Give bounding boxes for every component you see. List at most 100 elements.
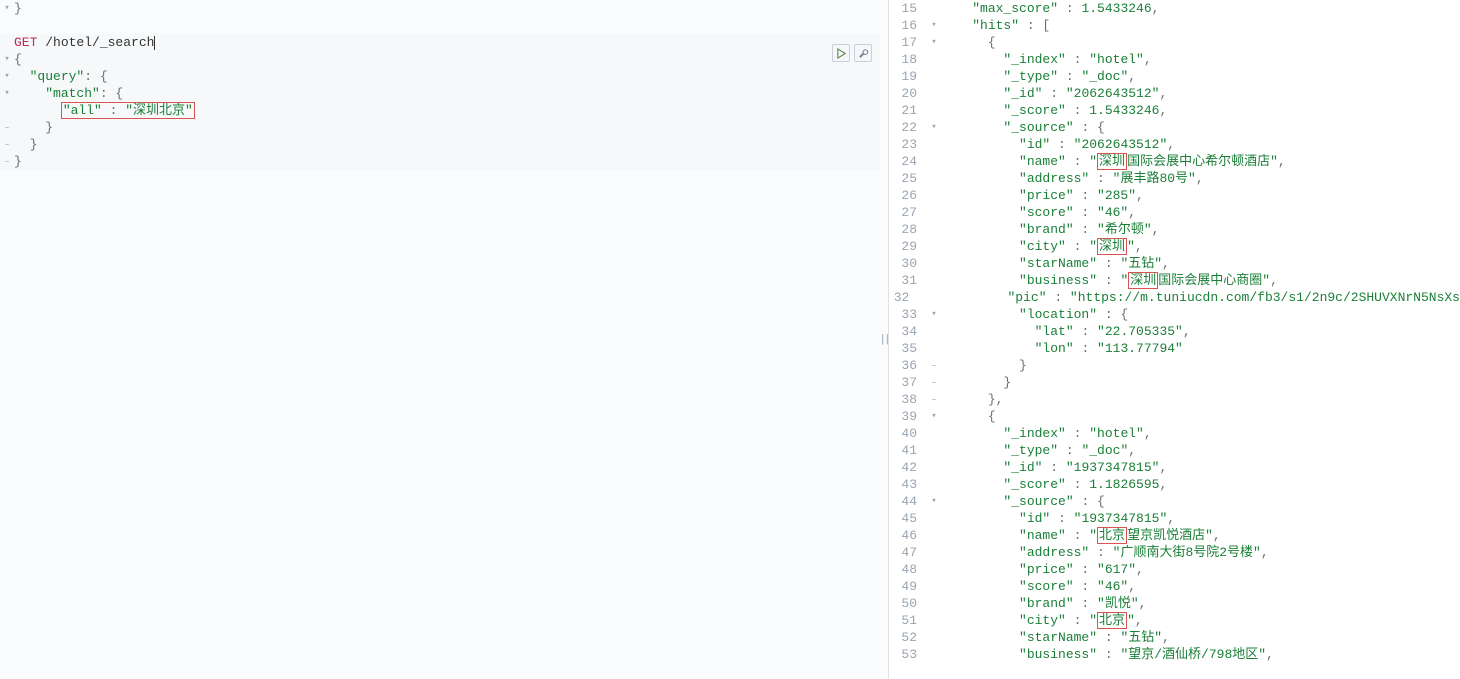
response-line[interactable]: 41 "_type" : "_doc", — [889, 442, 1460, 459]
response-line[interactable]: 23 "id" : "2062643512", — [889, 136, 1460, 153]
run-query-button[interactable] — [832, 44, 850, 62]
response-line[interactable]: 48 "price" : "617", — [889, 561, 1460, 578]
code-line[interactable]: { — [14, 51, 880, 68]
code-content: "address" : "展丰路80号", — [941, 170, 1460, 187]
request-editor-pane[interactable]: ▾ } GET /hotel/_search ▾ { ▾ "query": { … — [0, 0, 880, 679]
code-line[interactable]: } — [14, 119, 880, 136]
response-line[interactable]: 21 "_score" : 1.5433246, — [889, 102, 1460, 119]
line-number: 20 — [889, 85, 927, 102]
code-content: "_score" : 1.1826595, — [941, 476, 1460, 493]
code-content: "hits" : [ — [941, 17, 1460, 34]
line-number: 33 — [889, 306, 927, 323]
highlighted-match: 北京 — [1097, 612, 1127, 629]
fold-gutter[interactable]: ▾ — [927, 306, 941, 323]
response-line[interactable]: 35 "lon" : "113.77794" — [889, 340, 1460, 357]
code-content: "pic" : "https://m.tuniucdn.com/fb3/s1/2… — [929, 289, 1460, 306]
line-number: 23 — [889, 136, 927, 153]
response-line[interactable]: 19 "_type" : "_doc", — [889, 68, 1460, 85]
response-line[interactable]: 44▾ "_source" : { — [889, 493, 1460, 510]
code-line[interactable]: } — [14, 136, 880, 153]
line-number: 36 — [889, 357, 927, 374]
code-content: "_index" : "hotel", — [941, 425, 1460, 442]
response-line[interactable]: 47 "address" : "广顺南大街8号院2号楼", — [889, 544, 1460, 561]
line-number: 43 — [889, 476, 927, 493]
fold-gutter[interactable]: ▾ — [0, 68, 14, 85]
code-content: "score" : "46", — [941, 578, 1460, 595]
pane-divider[interactable]: || — [880, 0, 888, 679]
response-line[interactable]: 28 "brand" : "希尔顿", — [889, 221, 1460, 238]
response-line[interactable]: 29 "city" : "深圳", — [889, 238, 1460, 255]
code-content: "starName" : "五钻", — [941, 255, 1460, 272]
line-number: 29 — [889, 238, 927, 255]
code-content: "_source" : { — [941, 493, 1460, 510]
code-line[interactable]: "query": { — [14, 68, 880, 85]
fold-gutter[interactable]: ▾ — [927, 493, 941, 510]
response-line[interactable]: 32 "pic" : "https://m.tuniucdn.com/fb3/s… — [889, 289, 1460, 306]
response-line[interactable]: 34 "lat" : "22.705335", — [889, 323, 1460, 340]
response-line[interactable]: 43 "_score" : 1.1826595, — [889, 476, 1460, 493]
response-line[interactable]: 51 "city" : "北京", — [889, 612, 1460, 629]
response-line[interactable]: 33▾ "location" : { — [889, 306, 1460, 323]
code-content: "name" : "北京望京凯悦酒店", — [941, 527, 1460, 544]
line-number: 21 — [889, 102, 927, 119]
code-line[interactable]: } — [14, 0, 880, 17]
response-line[interactable]: 50 "brand" : "凯悦", — [889, 595, 1460, 612]
response-line[interactable]: 53 "business" : "望京/酒仙桥/798地区", — [889, 646, 1460, 663]
code-content: "city" : "深圳", — [941, 238, 1460, 255]
response-line[interactable]: 27 "score" : "46", — [889, 204, 1460, 221]
fold-gutter[interactable]: - — [927, 374, 941, 391]
response-line[interactable]: 16▾ "hits" : [ — [889, 17, 1460, 34]
fold-gutter[interactable]: - — [0, 136, 14, 153]
response-line[interactable]: 38- }, — [889, 391, 1460, 408]
fold-gutter[interactable]: ▾ — [0, 0, 14, 17]
fold-gutter[interactable]: ▾ — [927, 408, 941, 425]
code-line[interactable]: } — [14, 153, 880, 170]
code-content: { — [941, 34, 1460, 51]
fold-gutter[interactable]: ▾ — [927, 119, 941, 136]
response-line[interactable]: 39▾ { — [889, 408, 1460, 425]
response-line[interactable]: 30 "starName" : "五钻", — [889, 255, 1460, 272]
fold-gutter[interactable]: - — [0, 119, 14, 136]
response-line[interactable]: 40 "_index" : "hotel", — [889, 425, 1460, 442]
response-line[interactable]: 31 "business" : "深圳国际会展中心商圈", — [889, 272, 1460, 289]
line-number: 15 — [889, 0, 927, 17]
fold-gutter[interactable]: ▾ — [927, 17, 941, 34]
response-line[interactable]: 37- } — [889, 374, 1460, 391]
fold-gutter[interactable]: ▾ — [0, 85, 14, 102]
response-line[interactable]: 25 "address" : "展丰路80号", — [889, 170, 1460, 187]
code-line[interactable]: "all" : "深圳北京" — [14, 102, 880, 119]
response-line[interactable]: 20 "_id" : "2062643512", — [889, 85, 1460, 102]
response-line[interactable]: 52 "starName" : "五钻", — [889, 629, 1460, 646]
response-line[interactable]: 15 "max_score" : 1.5433246, — [889, 0, 1460, 17]
line-number: 47 — [889, 544, 927, 561]
response-line[interactable]: 22▾ "_source" : { — [889, 119, 1460, 136]
line-number: 41 — [889, 442, 927, 459]
response-line[interactable]: 45 "id" : "1937347815", — [889, 510, 1460, 527]
code-content: "price" : "617", — [941, 561, 1460, 578]
code-line[interactable]: "match": { — [14, 85, 880, 102]
response-line[interactable]: 36- } — [889, 357, 1460, 374]
line-number: 38 — [889, 391, 927, 408]
response-line[interactable]: 18 "_index" : "hotel", — [889, 51, 1460, 68]
response-line[interactable]: 26 "price" : "285", — [889, 187, 1460, 204]
code-content: "address" : "广顺南大街8号院2号楼", — [941, 544, 1460, 561]
request-line[interactable]: GET /hotel/_search — [14, 34, 880, 51]
fold-gutter[interactable]: ▾ — [927, 34, 941, 51]
response-line[interactable]: 46 "name" : "北京望京凯悦酒店", — [889, 527, 1460, 544]
wrench-button[interactable] — [854, 44, 872, 62]
line-number: 26 — [889, 187, 927, 204]
response-line[interactable]: 17▾ { — [889, 34, 1460, 51]
play-icon — [836, 48, 847, 59]
fold-gutter[interactable]: ▾ — [0, 51, 14, 68]
text-cursor — [154, 36, 155, 50]
response-line[interactable]: 42 "_id" : "1937347815", — [889, 459, 1460, 476]
line-number: 27 — [889, 204, 927, 221]
fold-gutter[interactable]: - — [927, 357, 941, 374]
response-line[interactable]: 24 "name" : "深圳国际会展中心希尔顿酒店", — [889, 153, 1460, 170]
fold-gutter[interactable]: - — [0, 153, 14, 170]
highlighted-match: 北京 — [1097, 527, 1127, 544]
response-pane[interactable]: 15 "max_score" : 1.5433246,16▾ "hits" : … — [888, 0, 1460, 679]
code-content: } — [941, 374, 1460, 391]
fold-gutter[interactable]: - — [927, 391, 941, 408]
response-line[interactable]: 49 "score" : "46", — [889, 578, 1460, 595]
